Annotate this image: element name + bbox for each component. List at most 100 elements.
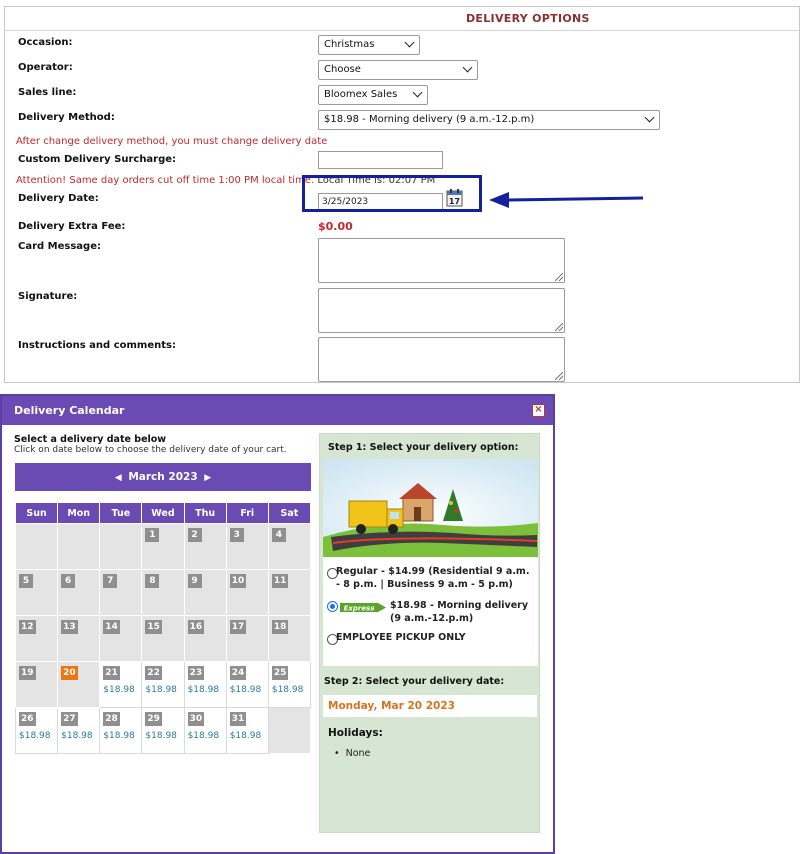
calendar-week-row: 12 13 14 15 16 17 18 [14,615,312,662]
delivery-calendar-dialog: Delivery Calendar × Select a delivery da… [0,394,555,854]
instructions-label: Instructions and comments: [18,340,176,351]
day-cell-23[interactable]: 23 $18.98 [183,661,227,708]
weekday-wed: Wed [141,502,185,524]
chevron-down-icon [404,37,415,48]
day-cell-27[interactable]: 27 $18.98 [57,707,101,754]
signature-label: Signature: [18,291,78,302]
day-cell-16: 16 [183,615,227,662]
day-cell-29[interactable]: 29 $18.98 [141,707,185,754]
surcharge-input[interactable] [318,151,443,169]
delivery-method-value: $18.98 - Morning delivery (9 a.m.-12.p.m… [324,114,535,125]
day-number: 7 [103,574,118,588]
day-cell-14: 14 [99,615,143,662]
pickup-option-label[interactable]: EMPLOYEE PICKUP ONLY [336,631,532,644]
day-cell-20: 20 [57,661,101,708]
next-month-icon[interactable]: ▶ [201,464,214,492]
selected-date: Monday, Mar 20 2023 [323,695,537,717]
day-price: $18.98 [187,731,220,741]
day-price: $18.98 [19,731,51,741]
delivery-options-box: Regular - $14.99 (Residential 9 a.m. - 8… [323,459,538,666]
weekday-sun: Sun [14,502,59,524]
day-price: $18.98 [271,685,304,695]
express-badge-icon: Express [340,603,386,613]
day-number: 30 [187,712,205,726]
day-cell-24[interactable]: 24 $18.98 [225,661,269,708]
select-date-heading: Select a delivery date below [14,434,167,445]
day-number: 22 [145,666,162,680]
day-number: 21 [103,666,120,680]
occasion-select[interactable]: Christmas [318,35,420,55]
empty-day-cell [267,707,312,754]
day-cell-3: 3 [225,523,269,570]
day-number: 6 [61,574,76,588]
holidays-title: Holidays: [328,727,383,739]
sales-line-select[interactable]: Bloomex Sales [318,85,428,105]
month-navigator: ◀ March 2023 ▶ [15,463,311,491]
dialog-header: Delivery Calendar × [2,396,553,425]
day-cell-8: 8 [141,569,185,616]
day-cell-31[interactable]: 31 $18.98 [225,707,269,754]
empty-day-cell [57,523,101,570]
delivery-truck-illustration [323,459,538,557]
cutoff-warning-text: Attention! Same day orders cut off time … [16,175,315,186]
day-number: 29 [145,712,162,726]
calendar-grid: Sun Mon Tue Wed Thu Fri Sat 1 2 3 4 5 6 7 8 9 10 11 12 13 1… [14,502,312,754]
step2-heading: Step 2: Select your delivery date: [324,676,505,687]
calendar-week-row: 26 $18.98 27 $18.98 28 $18.98 29 $18.98 30 $18.98… [14,707,312,754]
card-message-textarea[interactable] [318,238,565,283]
weekday-header-row: Sun Mon Tue Wed Thu Fri Sat [14,502,312,524]
day-cell-28[interactable]: 28 $18.98 [99,707,143,754]
sales-line-value: Bloomex Sales [324,89,398,100]
dialog-title: Delivery Calendar [14,404,125,417]
delivery-method-select[interactable]: $18.98 - Morning delivery (9 a.m.-12.p.m… [318,110,660,130]
day-cell-13: 13 [57,615,101,662]
day-price: $18.98 [229,685,262,695]
day-cell-6: 6 [57,569,101,616]
day-number: 18 [271,620,289,634]
morning-option-radio[interactable] [327,601,338,612]
prev-month-icon[interactable]: ◀ [112,464,125,492]
close-icon[interactable]: × [532,404,545,417]
weekday-tue: Tue [99,502,143,524]
day-cell-12: 12 [14,615,59,662]
day-number: 12 [19,620,36,634]
day-number: 23 [187,666,205,680]
weekday-thu: Thu [183,502,227,524]
empty-day-cell [99,523,143,570]
day-number: 26 [19,712,36,726]
instructions-textarea[interactable] [318,337,565,382]
day-cell-19: 19 [14,661,59,708]
day-number: 31 [229,712,247,726]
regular-option-label[interactable]: Regular - $14.99 (Residential 9 a.m. - 8… [336,565,532,591]
chevron-down-icon [412,87,423,98]
occasion-value: Christmas [324,39,375,50]
day-number: 1 [145,528,160,542]
day-number: 5 [19,574,33,588]
day-cell-30[interactable]: 30 $18.98 [183,707,227,754]
day-cell-21[interactable]: 21 $18.98 [99,661,143,708]
resize-handle-icon[interactable] [555,323,563,331]
day-number: 15 [145,620,162,634]
day-number: 14 [103,620,120,634]
day-cell-10: 10 [225,569,269,616]
holiday-item: None [334,748,371,759]
signature-textarea[interactable] [318,288,565,333]
operator-value: Choose [324,64,361,75]
day-price: $18.98 [145,685,177,695]
weekday-mon: Mon [57,502,101,524]
operator-select[interactable]: Choose [318,60,478,80]
day-number: 10 [229,574,247,588]
day-cell-26[interactable]: 26 $18.98 [14,707,59,754]
day-number: 11 [271,574,289,588]
sales-line-label: Sales line: [18,87,77,98]
day-cell-22[interactable]: 22 $18.98 [141,661,185,708]
day-cell-17: 17 [225,615,269,662]
calendar-icon[interactable]: 17 [446,188,463,207]
morning-option-label[interactable]: $18.98 - Morning delivery (9 a.m.-12.p.m… [390,599,535,625]
delivery-method-label: Delivery Method: [18,112,115,123]
day-number: 25 [271,666,289,680]
day-cell-25[interactable]: 25 $18.98 [267,661,312,708]
resize-handle-icon[interactable] [555,273,563,281]
resize-handle-icon[interactable] [555,372,563,380]
day-number: 20 [61,666,78,680]
